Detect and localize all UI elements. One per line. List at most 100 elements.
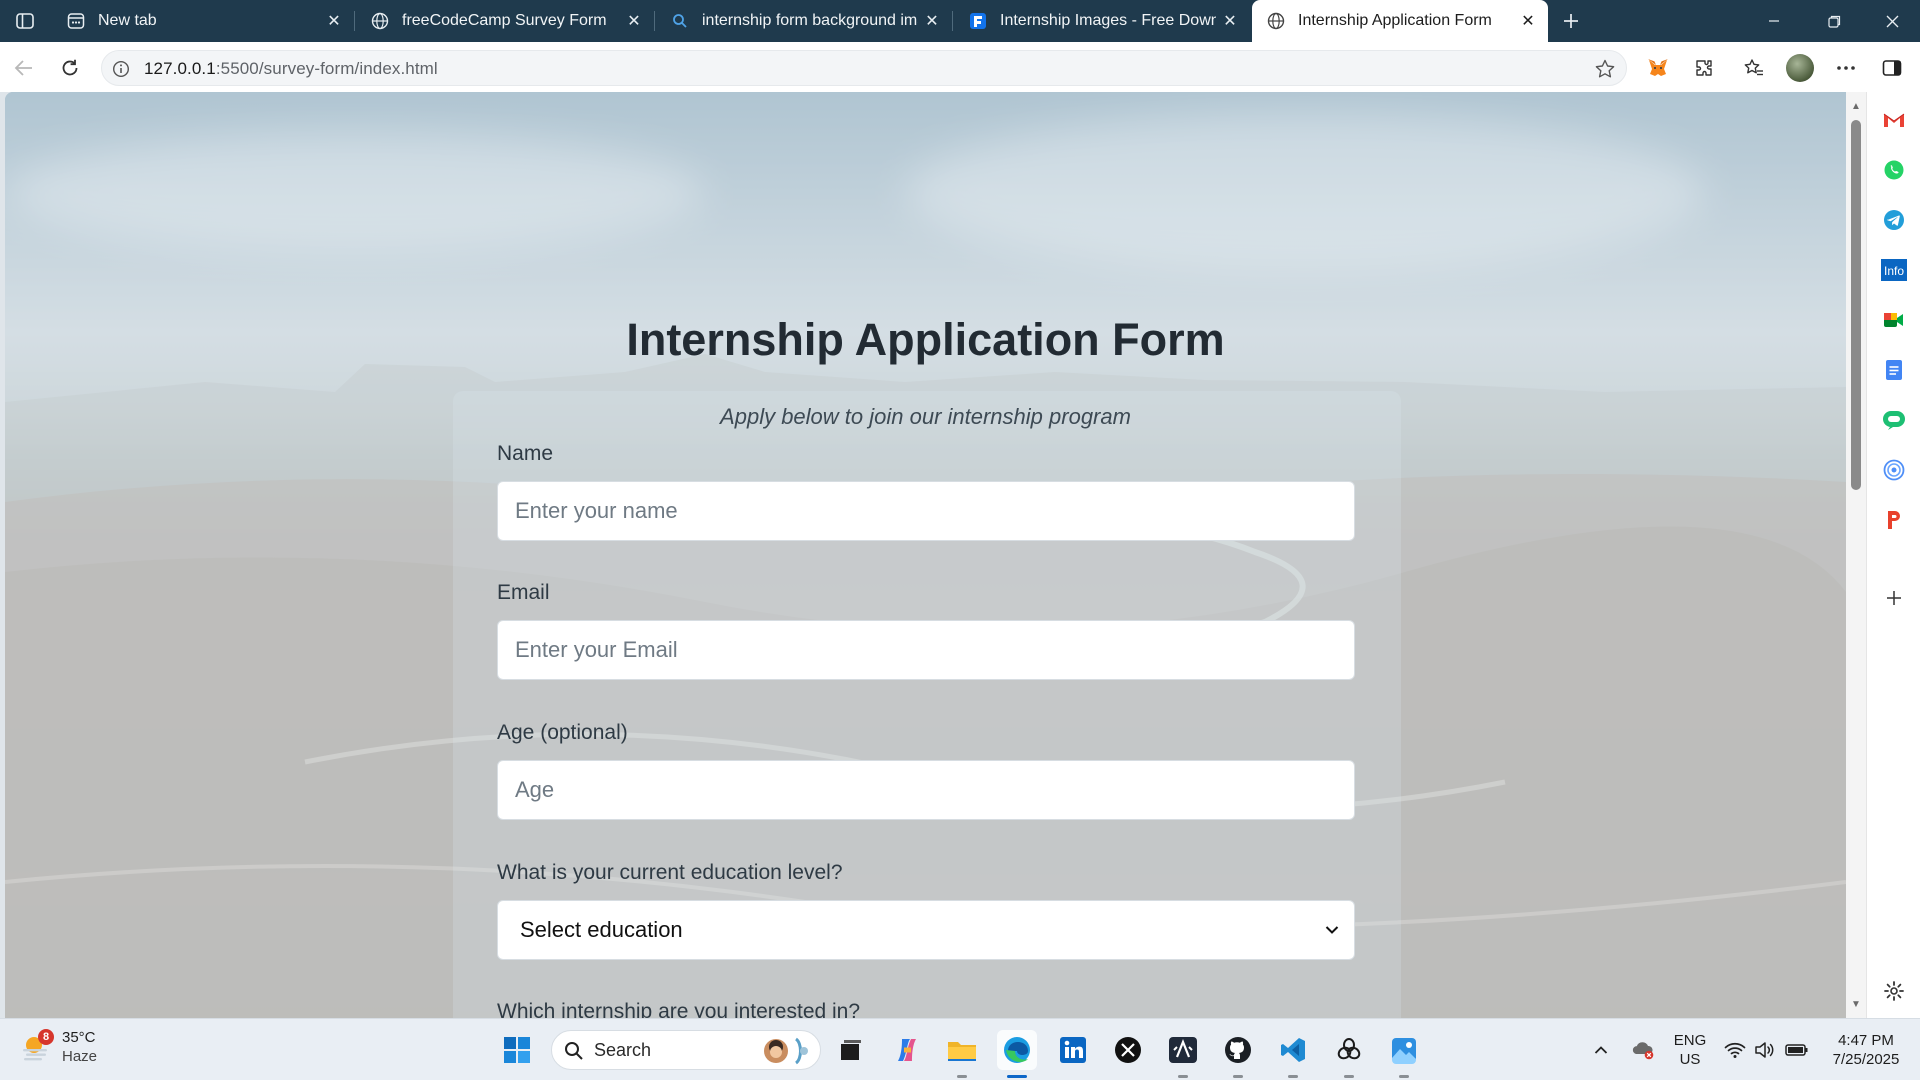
search-icon — [670, 11, 690, 31]
scrollbar-thumb[interactable] — [1851, 120, 1861, 490]
show-hidden-icons-chevron-up-icon[interactable] — [1586, 1019, 1616, 1080]
whatsapp-icon[interactable] — [1881, 157, 1907, 183]
internship-label: Which internship are you interested in? — [497, 1000, 861, 1018]
profile-avatar[interactable] — [1784, 52, 1816, 84]
github-icon[interactable] — [1218, 1030, 1258, 1078]
more-menu-icon[interactable] — [1830, 52, 1862, 84]
search-label: Search — [594, 1039, 652, 1060]
dev-app-icon[interactable] — [1163, 1030, 1203, 1078]
tab-title: New tab — [98, 12, 157, 29]
minimize-button[interactable] — [1746, 0, 1802, 42]
search-icon — [565, 1042, 583, 1060]
task-view-icon[interactable] — [831, 1030, 871, 1070]
clock-date[interactable]: 4:47 PM 7/25/2025 — [1820, 1019, 1912, 1080]
url-text: 127.0.0.1:5500/survey-form/index.html — [144, 59, 438, 78]
name-input[interactable] — [497, 481, 1355, 541]
wifi-icon[interactable] — [1720, 1019, 1750, 1080]
battery-charging-icon[interactable] — [1782, 1019, 1812, 1080]
clock-time: 4:47 PM — [1838, 1032, 1894, 1049]
metamask-extension-icon[interactable] — [1642, 52, 1674, 84]
tab-internship-form[interactable]: Internship Application Form ✕ — [1252, 0, 1548, 42]
freepik-icon — [968, 11, 988, 31]
email-label: Email — [497, 581, 550, 604]
page-viewport: Internship Application Form Apply below … — [5, 92, 1846, 1018]
google-docs-icon[interactable] — [1881, 357, 1907, 383]
tab-internship-images[interactable]: Internship Images - Free Downloa ✕ — [954, 0, 1250, 42]
new-tab-button[interactable] — [1556, 7, 1586, 35]
scroll-down-arrow-icon[interactable]: ▼ — [1850, 998, 1862, 1010]
edge-browser-icon[interactable] — [997, 1030, 1037, 1078]
producthunt-icon[interactable] — [1881, 507, 1907, 533]
onedrive-error-icon[interactable] — [1626, 1019, 1660, 1080]
education-select[interactable]: Select education — [497, 900, 1355, 960]
edge-sidebar: Info — [1866, 92, 1920, 1018]
google-meet-icon[interactable] — [1881, 307, 1907, 333]
close-tab-icon[interactable]: ✕ — [320, 7, 348, 35]
weather-alert-badge: 8 — [38, 1029, 54, 1045]
close-tab-icon[interactable]: ✕ — [918, 7, 946, 35]
vscode-icon[interactable] — [1273, 1030, 1313, 1078]
close-window-button[interactable] — [1864, 0, 1920, 42]
site-info-icon[interactable] — [111, 59, 131, 79]
settings-gear-icon[interactable] — [1881, 978, 1907, 1004]
name-label: Name — [497, 442, 554, 465]
education-selected-value: Select education — [520, 917, 683, 942]
clock-date-text: 7/25/2025 — [1832, 1051, 1900, 1068]
haze-sun-icon: 8 — [20, 1029, 54, 1063]
scroll-up-arrow-icon[interactable]: ▲ — [1850, 100, 1862, 112]
tab-search-results[interactable]: internship form background imag ✕ — [656, 0, 952, 42]
new-tab-page-icon — [66, 11, 86, 31]
browser-tab-bar: New tab ✕ freeCodeCamp Survey Form ✕ int… — [0, 0, 1920, 42]
telegram-icon[interactable] — [1881, 207, 1907, 233]
page-scrollbar[interactable]: ▲ ▼ — [1846, 92, 1866, 1018]
page-title: Internship Application Form — [626, 314, 1225, 365]
language-indicator[interactable]: ENG US — [1668, 1019, 1712, 1080]
add-app-icon[interactable] — [1881, 585, 1907, 611]
weather-widget[interactable]: 8 35°C Haze — [20, 1028, 97, 1066]
sidebar-toggle-icon[interactable] — [10, 9, 40, 33]
extensions-icon[interactable] — [1688, 52, 1720, 84]
file-explorer-icon[interactable] — [942, 1030, 982, 1078]
globe-icon — [370, 11, 390, 31]
restore-button[interactable] — [1806, 0, 1862, 42]
spiral-app-icon[interactable] — [1881, 457, 1907, 483]
windows-start-button[interactable] — [497, 1030, 537, 1070]
search-highlight-illustration-icon — [764, 1037, 808, 1065]
tab-title: internship form background imag — [702, 12, 918, 29]
chatgpt-icon[interactable] — [1329, 1030, 1369, 1078]
messenger-app-icon[interactable] — [1881, 407, 1907, 433]
windows-taskbar: 8 35°C Haze Search ENG US 4:47 PM 7/25/2… — [0, 1018, 1920, 1080]
age-input[interactable] — [497, 760, 1355, 820]
volume-icon[interactable] — [1750, 1019, 1780, 1080]
tab-new-tab[interactable]: New tab ✕ — [52, 0, 354, 42]
weather-condition-text: Haze — [62, 1048, 98, 1065]
tab-freecodecamp[interactable]: freeCodeCamp Survey Form ✕ — [356, 0, 654, 42]
photos-app-icon[interactable] — [1384, 1030, 1424, 1078]
taskbar-search-box[interactable]: Search — [551, 1030, 821, 1070]
close-tab-icon[interactable]: ✕ — [1514, 7, 1542, 35]
browser-toolbar: 127.0.0.1:5500/survey-form/index.html — [0, 42, 1920, 92]
tab-title: freeCodeCamp Survey Form — [402, 12, 607, 29]
back-button[interactable] — [8, 52, 40, 84]
close-tab-icon[interactable]: ✕ — [1216, 7, 1244, 35]
x-twitter-icon[interactable] — [1108, 1030, 1148, 1070]
copilot-icon[interactable] — [887, 1030, 927, 1070]
temperature-text: 35°C — [62, 1029, 96, 1046]
email-input[interactable] — [497, 620, 1355, 680]
address-bar[interactable]: 127.0.0.1:5500/survey-form/index.html — [101, 50, 1627, 86]
close-tab-icon[interactable]: ✕ — [620, 7, 648, 35]
infobip-icon[interactable]: Info — [1881, 257, 1907, 283]
svg-text:Info: Info — [1884, 264, 1904, 278]
globe-icon — [1266, 11, 1286, 31]
reload-button[interactable] — [54, 52, 86, 84]
tab-title: Internship Application Form — [1298, 12, 1492, 29]
favorites-icon[interactable] — [1738, 52, 1770, 84]
favorite-star-icon[interactable] — [1594, 58, 1616, 80]
sidebar-panel-icon[interactable] — [1876, 52, 1908, 84]
chevron-down-icon — [1324, 922, 1340, 938]
gmail-icon[interactable] — [1881, 107, 1907, 133]
page-description: Apply below to join our internship progr… — [720, 404, 1131, 429]
age-label: Age (optional) — [497, 721, 628, 744]
linkedin-icon[interactable] — [1053, 1030, 1093, 1070]
education-label: What is your current education level? — [497, 861, 843, 884]
